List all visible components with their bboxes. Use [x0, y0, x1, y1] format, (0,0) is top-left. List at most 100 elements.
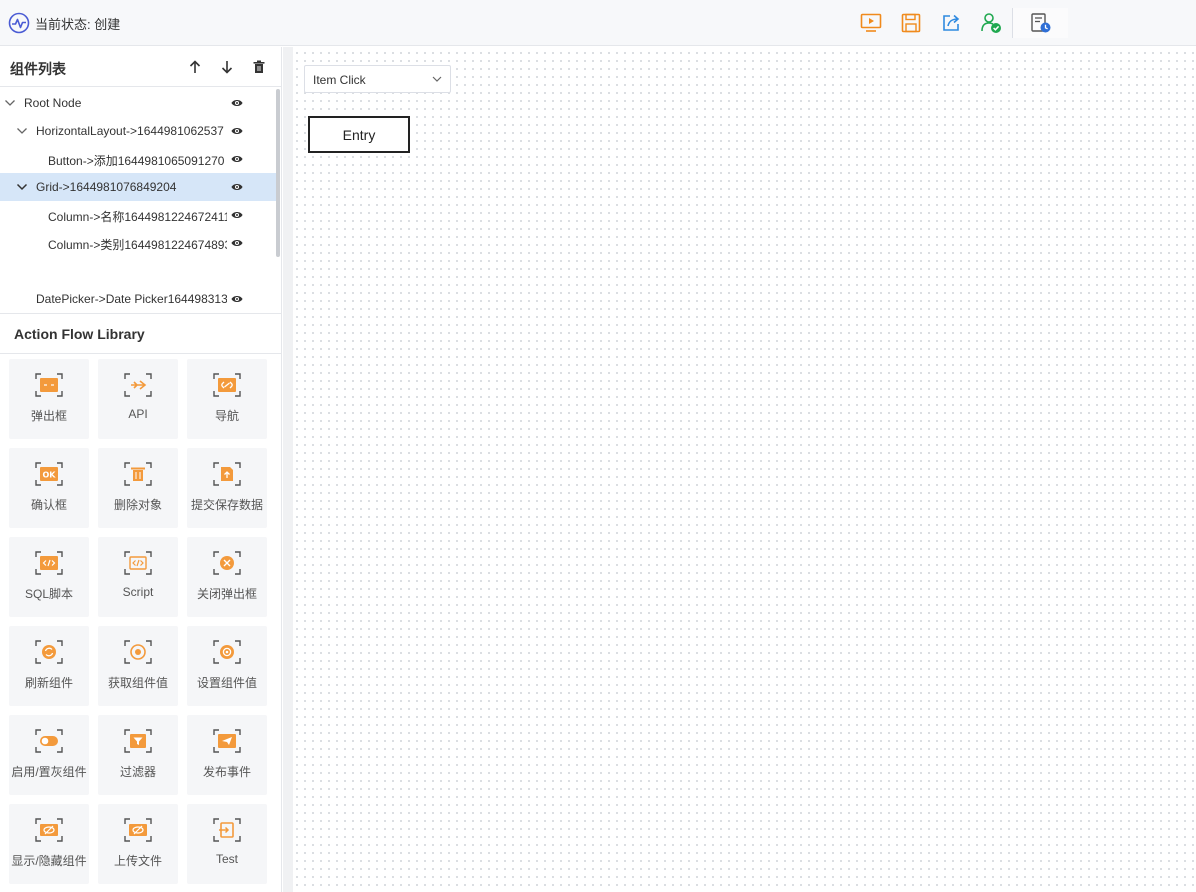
eye-icon[interactable] — [231, 182, 243, 192]
tree-node-datepicker[interactable]: DatePicker->Date Picker1644983136 — [0, 285, 276, 313]
tree-node-label: Column->类别1644981224674893 — [48, 238, 227, 252]
filter-icon — [124, 729, 152, 753]
action-label: 过滤器 — [119, 765, 156, 779]
action-navigate[interactable]: 导航 — [187, 359, 267, 439]
eye-icon[interactable] — [231, 98, 243, 108]
tree-node-label: Grid->1644981076849204 — [36, 180, 177, 194]
ok-icon: OK — [35, 462, 63, 486]
action-close-popup[interactable]: 关闭弹出框 — [187, 537, 267, 617]
action-label: 显示/隐藏组件 — [11, 854, 87, 868]
action-label: 启用/置灰组件 — [11, 765, 87, 779]
save-button[interactable] — [899, 11, 923, 35]
top-bar: 当前状态: 创建 — [0, 0, 1196, 46]
tree-node-label: Column->名称1644981224672411 — [48, 210, 227, 224]
tree-node-grid[interactable]: Grid->1644981076849204 — [0, 173, 276, 201]
code-icon — [35, 551, 63, 575]
entry-node[interactable]: Entry — [308, 116, 410, 153]
action-get-value[interactable]: 获取组件值 — [98, 626, 178, 706]
save-icon — [901, 13, 921, 33]
action-label: API — [128, 407, 148, 421]
tree-node-button[interactable]: Button->添加1644981065091270 — [0, 145, 276, 173]
tree-scrollbar[interactable] — [276, 89, 280, 257]
status-indicator: 当前状态: 创建 — [8, 11, 120, 35]
eye-icon[interactable] — [231, 294, 243, 304]
script-icon — [124, 551, 152, 575]
share-icon — [943, 14, 960, 31]
preview-icon — [860, 13, 882, 32]
action-confirm[interactable]: OK 确认框 — [9, 448, 89, 528]
action-label: 导航 — [214, 409, 239, 423]
component-list-title: 组件列表 — [10, 61, 66, 77]
history-button[interactable] — [1029, 11, 1053, 35]
tree-node-label: Button->添加1644981065091270 — [48, 154, 225, 168]
flow-canvas[interactable] — [283, 47, 1196, 892]
refresh-icon — [35, 640, 63, 664]
delete-node-button[interactable] — [249, 56, 269, 78]
action-label: SQL脚本 — [24, 587, 73, 601]
chevron-down-icon — [5, 100, 15, 106]
action-script[interactable]: Script — [98, 537, 178, 617]
eye-icon[interactable] — [231, 154, 243, 164]
action-label: Script — [122, 585, 154, 599]
tree-node-column-name[interactable]: Column->名称1644981224672411 — [0, 201, 276, 229]
action-set-value[interactable]: 设置组件值 — [187, 626, 267, 706]
user-check-icon — [981, 13, 1001, 33]
component-list-header: 组件列表 — [0, 47, 281, 87]
action-label: 设置组件值 — [196, 676, 257, 690]
gear-icon — [213, 640, 241, 664]
action-popup[interactable]: 弹出框 — [9, 359, 89, 439]
action-label: Test — [215, 852, 238, 866]
action-label: 刷新组件 — [24, 676, 73, 690]
upload-file-icon — [124, 818, 152, 842]
pulse-logo-icon — [8, 12, 30, 34]
tree-node-label: DatePicker->Date Picker1644983136 — [36, 292, 227, 306]
tree-node-root[interactable]: Root Node — [0, 89, 276, 117]
close-icon — [213, 551, 241, 575]
action-filter[interactable]: 过滤器 — [98, 715, 178, 795]
action-label: 弹出框 — [30, 409, 67, 423]
action-flow-library-title: Action Flow Library — [14, 326, 145, 342]
arrow-down-icon — [221, 61, 233, 74]
action-publish-event[interactable]: 发布事件 — [187, 715, 267, 795]
eye-off-icon — [35, 818, 63, 842]
action-delete-object[interactable]: 删除对象 — [98, 448, 178, 528]
action-submit-save[interactable]: 提交保存数据 — [187, 448, 267, 528]
eye-icon[interactable] — [231, 210, 243, 220]
action-enable-disable[interactable]: 启用/置灰组件 — [9, 715, 89, 795]
svg-text:OK: OK — [43, 471, 57, 480]
component-tree: Root Node HorizontalLayout->164498106253… — [0, 87, 281, 313]
action-label: 发布事件 — [202, 765, 251, 779]
chevron-down-icon — [17, 128, 27, 134]
action-test[interactable]: Test — [187, 804, 267, 884]
trash-icon — [124, 462, 152, 486]
action-label: 上传文件 — [113, 854, 162, 868]
action-label: 删除对象 — [113, 498, 162, 512]
action-refresh-component[interactable]: 刷新组件 — [9, 626, 89, 706]
trash-icon — [253, 60, 265, 73]
eye-icon[interactable] — [231, 238, 243, 248]
publish-button[interactable] — [979, 11, 1003, 35]
tree-node-label: HorizontalLayout->1644981062537 — [36, 124, 224, 138]
preview-button[interactable] — [859, 11, 883, 35]
eye-icon[interactable] — [231, 126, 243, 136]
target-icon — [124, 640, 152, 664]
action-label: 获取组件值 — [107, 676, 168, 690]
chevron-down-icon — [16, 183, 28, 191]
status-text: 当前状态: 创建 — [35, 16, 121, 32]
chevron-down-icon — [432, 76, 442, 82]
event-select[interactable]: Item Click — [304, 65, 451, 93]
action-upload-file[interactable]: 上传文件 — [98, 804, 178, 884]
tree-node-column-category[interactable]: Column->类别1644981224674893 — [0, 229, 276, 257]
api-icon — [124, 373, 152, 397]
popup-icon — [35, 373, 63, 397]
share-button[interactable] — [939, 11, 963, 35]
action-show-hide[interactable]: 显示/隐藏组件 — [9, 804, 89, 884]
move-up-button[interactable] — [185, 56, 205, 78]
tree-node-horizontal-layout[interactable]: HorizontalLayout->1644981062537 — [0, 117, 276, 145]
send-icon — [213, 729, 241, 753]
move-down-button[interactable] — [217, 56, 237, 78]
action-sql-script[interactable]: SQL脚本 — [9, 537, 89, 617]
toggle-icon — [35, 729, 63, 753]
event-select-value: Item Click — [313, 73, 366, 87]
action-api[interactable]: API — [98, 359, 178, 439]
